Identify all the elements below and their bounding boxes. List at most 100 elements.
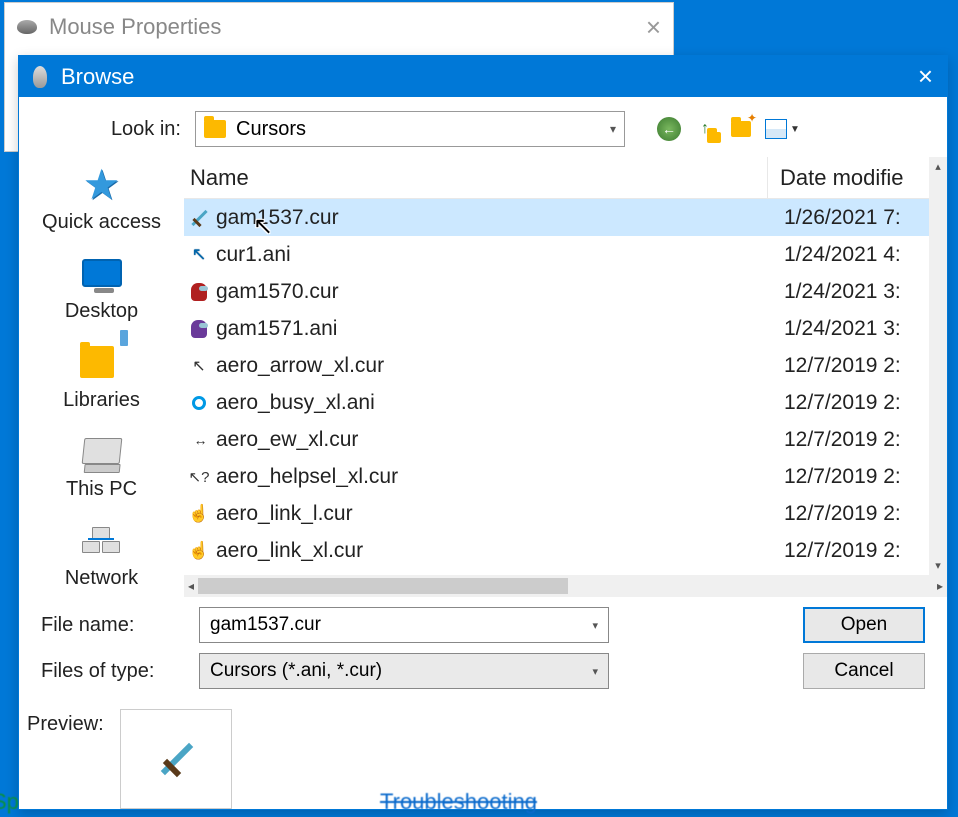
parent-titlebar: Mouse Properties × bbox=[5, 3, 673, 51]
place-label: Desktop bbox=[65, 300, 138, 323]
filename-input[interactable]: gam1537.cur ▾ bbox=[199, 607, 609, 643]
filetype-combo[interactable]: Cursors (*.ani, *.cur) ▾ bbox=[199, 653, 609, 689]
scroll-down-icon[interactable]: ▾ bbox=[935, 559, 941, 572]
lookin-label: Look in: bbox=[41, 118, 181, 141]
among-red-icon bbox=[188, 281, 210, 303]
desktop-icon bbox=[82, 259, 122, 287]
mouse-icon bbox=[33, 66, 47, 88]
mouse-icon bbox=[17, 20, 37, 34]
cancel-button[interactable]: Cancel bbox=[803, 653, 925, 689]
file-row[interactable]: gam1537.cur1/26/2021 7: bbox=[184, 199, 947, 236]
file-row[interactable]: gam1570.cur1/24/2021 3: bbox=[184, 273, 947, 310]
filename-value: gam1537.cur bbox=[210, 614, 321, 636]
file-date: 12/7/2019 2: bbox=[772, 428, 947, 452]
file-name: aero_link_xl.cur bbox=[216, 539, 772, 563]
file-row[interactable]: ☝ aero_link_l.cur12/7/2019 2: bbox=[184, 495, 947, 532]
dialog-title: Browse bbox=[61, 64, 134, 90]
lookin-value: Cursors bbox=[236, 118, 306, 141]
place-desktop[interactable]: Desktop bbox=[65, 252, 138, 323]
parent-close-button[interactable]: × bbox=[646, 12, 661, 43]
column-name[interactable]: Name bbox=[188, 157, 768, 198]
file-name: aero_link_l.cur bbox=[216, 502, 772, 526]
file-list[interactable]: gam1537.cur1/26/2021 7:↖cur1.ani1/24/202… bbox=[184, 199, 947, 575]
sword-cursor-icon bbox=[158, 741, 194, 777]
lookin-row: Look in: Cursors ▾ ← ↑ ▼ bbox=[19, 97, 947, 157]
browse-dialog: Browse × Look in: Cursors ▾ ← ↑ ▼ ★ Quic… bbox=[18, 55, 948, 810]
file-date: 12/7/2019 2: bbox=[772, 465, 947, 489]
cursor-blue-icon: ↖ bbox=[188, 244, 210, 266]
horizontal-scrollbar[interactable]: ◂ ▸ bbox=[184, 575, 947, 597]
column-date[interactable]: Date modifie bbox=[768, 165, 947, 191]
file-name: cur1.ani bbox=[216, 243, 772, 267]
place-libraries[interactable]: Libraries bbox=[63, 341, 140, 412]
browse-titlebar: Browse × bbox=[19, 56, 947, 97]
scroll-right-icon[interactable]: ▸ bbox=[937, 579, 943, 593]
help-icon: ↖? bbox=[188, 466, 210, 488]
link-icon: ☝ bbox=[188, 503, 210, 525]
among-purple-icon bbox=[188, 318, 210, 340]
place-this-pc[interactable]: This PC bbox=[66, 430, 137, 501]
place-label: Network bbox=[65, 567, 138, 590]
view-icon bbox=[765, 119, 787, 139]
file-date: 12/7/2019 2: bbox=[772, 502, 947, 526]
place-quick-access[interactable]: ★ Quick access bbox=[42, 163, 161, 234]
file-name: gam1571.ani bbox=[216, 317, 772, 341]
file-name: aero_ew_xl.cur bbox=[216, 428, 772, 452]
back-button[interactable]: ← bbox=[657, 117, 681, 141]
file-date: 12/7/2019 2: bbox=[772, 354, 947, 378]
file-date: 12/7/2019 2: bbox=[772, 539, 947, 563]
scroll-up-icon[interactable]: ▴ bbox=[935, 160, 941, 173]
busy-icon bbox=[188, 392, 210, 414]
file-row[interactable]: ↖ cur1.ani1/24/2021 4: bbox=[184, 236, 947, 273]
file-name: gam1537.cur bbox=[216, 206, 772, 230]
file-name: aero_helpsel_xl.cur bbox=[216, 465, 772, 489]
file-row[interactable]: ☝ aero_link_xl.cur12/7/2019 2: bbox=[184, 532, 947, 569]
chevron-down-icon: ▾ bbox=[592, 619, 598, 632]
file-row[interactable]: ↔aero_ew_xl.cur12/7/2019 2: bbox=[184, 421, 947, 458]
file-date: 1/24/2021 3: bbox=[772, 317, 947, 341]
scroll-left-icon[interactable]: ◂ bbox=[188, 579, 194, 593]
parent-title: Mouse Properties bbox=[49, 14, 221, 40]
file-row[interactable]: ↖? aero_helpsel_xl.cur12/7/2019 2: bbox=[184, 458, 947, 495]
file-pane: Name Date modifie gam1537.cur1/26/2021 7… bbox=[184, 157, 947, 597]
file-date: 1/24/2021 4: bbox=[772, 243, 947, 267]
file-name: aero_arrow_xl.cur bbox=[216, 354, 772, 378]
sword-icon bbox=[188, 207, 210, 229]
vertical-scrollbar[interactable]: ▴▾ bbox=[929, 157, 947, 575]
filetype-value: Cursors (*.ani, *.cur) bbox=[210, 660, 382, 682]
preview-label: Preview: bbox=[27, 709, 104, 736]
file-date: 1/26/2021 7: bbox=[772, 206, 947, 230]
chevron-down-icon: ▾ bbox=[610, 122, 616, 136]
lookin-combo[interactable]: Cursors ▾ bbox=[195, 111, 625, 147]
network-icon bbox=[82, 527, 120, 553]
places-bar: ★ Quick access Desktop Libraries This PC… bbox=[19, 157, 184, 597]
file-row[interactable]: ↖aero_arrow_xl.cur12/7/2019 2: bbox=[184, 347, 947, 384]
pc-icon bbox=[81, 438, 122, 464]
file-row[interactable]: aero_busy_xl.ani12/7/2019 2: bbox=[184, 384, 947, 421]
view-menu-button[interactable]: ▼ bbox=[765, 119, 800, 139]
filetype-label: Files of type: bbox=[41, 660, 181, 683]
open-button[interactable]: Open bbox=[803, 607, 925, 643]
place-label: Quick access bbox=[42, 211, 161, 234]
place-network[interactable]: Network bbox=[65, 519, 138, 590]
content-area: ★ Quick access Desktop Libraries This PC… bbox=[19, 157, 947, 597]
chevron-down-icon: ▼ bbox=[790, 124, 800, 135]
column-headers: Name Date modifie bbox=[184, 157, 947, 199]
chevron-down-icon: ▾ bbox=[592, 665, 598, 678]
background-text: Sp bbox=[0, 789, 19, 815]
bottom-controls: File name: gam1537.cur ▾ Open Files of t… bbox=[19, 597, 947, 705]
filename-label: File name: bbox=[41, 614, 181, 637]
star-icon: ★ bbox=[81, 163, 123, 205]
file-name: gam1570.cur bbox=[216, 280, 772, 304]
file-row[interactable]: gam1571.ani1/24/2021 3: bbox=[184, 310, 947, 347]
close-button[interactable]: × bbox=[918, 61, 933, 92]
link-icon: ☝ bbox=[188, 540, 210, 562]
preview-box bbox=[120, 709, 232, 809]
place-label: This PC bbox=[66, 478, 137, 501]
new-folder-button[interactable] bbox=[729, 117, 753, 141]
folder-icon bbox=[204, 120, 226, 138]
toolbar: ← ↑ ▼ bbox=[657, 117, 800, 141]
place-label: Libraries bbox=[63, 389, 140, 412]
up-one-level-button[interactable]: ↑ bbox=[693, 117, 717, 141]
scrollbar-thumb[interactable] bbox=[198, 578, 568, 594]
